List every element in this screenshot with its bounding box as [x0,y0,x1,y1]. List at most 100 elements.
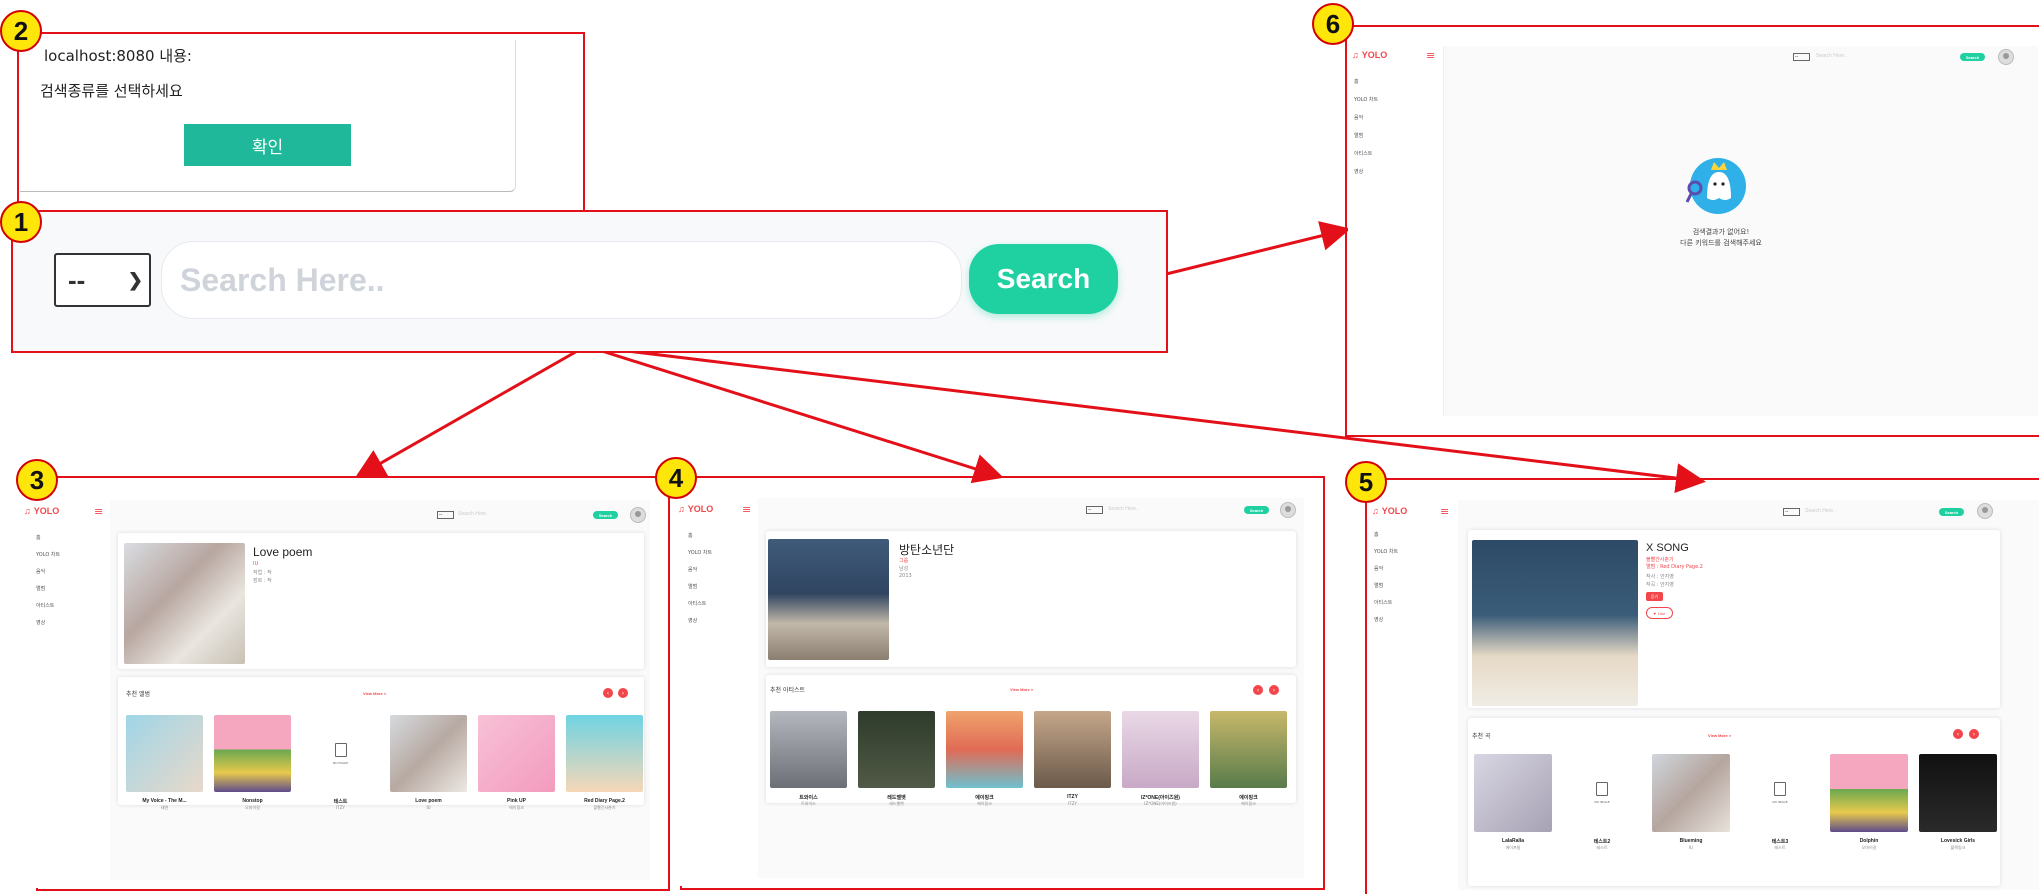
recommend-thumbnail [1652,754,1730,832]
sidebar-item-chart[interactable]: YOLO 차트 [36,551,60,558]
recommend-item[interactable]: NO IMAGE 테스트3 테스트 [1741,754,1819,856]
recommend-item[interactable]: Pink UP 에이핑크 [478,715,555,816]
avatar[interactable] [1977,503,1993,519]
recommend-item[interactable]: 에이핑크 에이핑크 [1210,711,1287,812]
next-arrow-icon[interactable]: › [618,688,628,698]
recommend-item[interactable]: 트와이스 트와이스 [770,711,847,812]
recommend-item[interactable]: 에이핑크 에이핑크 [946,711,1023,812]
sidebar-item-album[interactable]: 앨범 [36,585,45,592]
recommend-item[interactable]: Blueming IU [1652,754,1730,856]
recommend-item[interactable]: 레드벨벳 레드벨벳 [858,711,935,812]
top-search-input[interactable]: Search Here.. [458,510,558,519]
sidebar-item-video[interactable]: 영상 [36,619,45,626]
recommend-item[interactable]: Love poem IU [390,715,467,816]
recommend-item[interactable]: LalaRalla 에이프릴 [1474,754,1552,856]
recommend-item-sub: 에이핑크 [509,805,524,810]
recommend-item-sub: 레드벨벳 [889,801,904,806]
sidebar-item-video[interactable]: 영상 [1354,168,1363,175]
menu-icon[interactable]: ≡ [1426,49,1435,62]
recommend-item-sub: 오마이걸 [1861,845,1877,850]
sidebar-item-video[interactable]: 영상 [1374,616,1383,623]
alert-ok-button[interactable]: 확인 [184,124,351,166]
view-more-link[interactable]: View More > [1010,687,1033,692]
menu-icon[interactable]: ≡ [742,503,751,516]
prev-arrow-icon[interactable]: ‹ [1253,685,1263,695]
top-search-button[interactable]: Search [593,511,618,519]
yolo-logo[interactable]: ♫ YOLO [24,506,59,516]
menu-icon[interactable]: ≡ [1440,505,1449,518]
sidebar-item-chart[interactable]: YOLO 차트 [688,549,712,556]
screen-artist-detail: ♫ YOLO ≡ 홈 YOLO 차트 음악 앨범 아티스트 영상 -- Searc… [674,498,1304,886]
next-arrow-icon[interactable]: › [1269,685,1279,695]
like-button[interactable]: ♥ Like [1646,607,1673,619]
sidebar-item-album[interactable]: 앨범 [1374,582,1383,589]
recommend-item-name: 테스트 [333,799,348,805]
search-button[interactable]: Search [969,244,1118,314]
top-search-select[interactable]: -- [1793,53,1810,61]
top-search-input[interactable]: Search Here.. [1108,505,1208,514]
avatar[interactable] [1280,502,1296,518]
yolo-logo[interactable]: ♫ YOLO [678,504,713,514]
sidebar-item-album[interactable]: 앨범 [1354,132,1363,139]
prev-arrow-icon[interactable]: ‹ [1953,729,1963,739]
sidebar-item-home[interactable]: 홈 [1374,531,1379,538]
recommend-item-name: My Voice - The M... [142,798,187,804]
top-search-button[interactable]: Search [1244,506,1269,514]
top-search-button[interactable]: Search [1939,508,1964,516]
avatar[interactable] [1998,49,2014,65]
sidebar-item-music[interactable]: 음악 [1354,114,1363,121]
search-type-select[interactable]: -- ❯ [54,253,151,307]
sidebar-item-artist[interactable]: 아티스트 [1354,150,1372,157]
yolo-logo[interactable]: ♫ YOLO [1372,506,1407,516]
top-search-button[interactable]: Search [1960,53,1985,61]
top-search-select[interactable]: -- [1783,508,1800,516]
sidebar-item-chart[interactable]: YOLO 차트 [1374,548,1398,555]
recommend-item[interactable]: Red Diary Page.2 볼빨간사춘기 [566,715,643,816]
album-artist[interactable]: IU [253,561,258,567]
recommend-item-name: 에이핑크 [975,795,994,801]
recommend-item-name: 에이핑크 [1239,795,1258,801]
song-album[interactable]: 앨범 : Red Diary Page.2 [1646,563,1703,570]
recommend-item[interactable]: Nonstop 오마이걸 [214,715,291,816]
recommend-item-sub: ITZY [1068,801,1077,806]
search-input[interactable]: Search Here.. [161,241,962,319]
sidebar-item-music[interactable]: 음악 [1374,565,1383,572]
sidebar-item-chart[interactable]: YOLO 차트 [1354,96,1378,103]
top-search-select[interactable]: -- [1086,506,1103,514]
section-title: 추천 곡 [1472,733,1491,740]
recommend-item[interactable]: ITZY ITZY [1034,711,1111,812]
view-more-link[interactable]: View More > [363,691,386,696]
sidebar-item-artist[interactable]: 아티스트 [1374,599,1392,606]
sidebar-item-home[interactable]: 홈 [1354,78,1359,85]
menu-icon[interactable]: ≡ [94,505,103,518]
recommend-thumbnail [390,715,467,792]
no-image-label: NO IMAGE [332,760,349,765]
yolo-logo[interactable]: ♫ YOLO [1352,50,1387,60]
recommend-item[interactable]: NO IMAGE 테스트2 테스트 [1563,754,1641,856]
recommend-item[interactable]: NO IMAGE 테스트 ITZY [302,715,379,816]
top-search-input[interactable]: Search Here.. [1816,52,1916,61]
sidebar-item-video[interactable]: 영상 [688,617,697,624]
avatar[interactable] [630,507,646,523]
sidebar-item-home[interactable]: 홈 [688,532,693,539]
sidebar-item-album[interactable]: 앨범 [688,583,697,590]
sidebar-item-artist[interactable]: 아티스트 [36,602,54,609]
sidebar-item-home[interactable]: 홈 [36,534,41,541]
sidebar-item-music[interactable]: 음악 [36,568,45,575]
play-button[interactable]: 듣기 [1646,592,1663,601]
screen-song-detail: ♫ YOLO ≡ 홈 YOLO 차트 음악 앨범 아티스트 영상 -- Searc… [1368,500,2039,894]
recommend-item[interactable]: Lovesick Girls 블랙핑크 [1919,754,1997,856]
recommend-item[interactable]: My Voice - The M... 태연 [126,715,203,816]
sidebar-item-music[interactable]: 음악 [688,566,697,573]
sidebar-item-artist[interactable]: 아티스트 [688,600,706,607]
song-title: X SONG [1646,542,1689,554]
recommend-item[interactable]: IZ*ONE(아이즈원) IZ*ONE(아이즈원) [1122,711,1199,812]
recommend-item[interactable]: Dolphin 오마이걸 [1830,754,1908,856]
step-badge-6: 6 [1312,3,1354,45]
view-more-link[interactable]: View More > [1708,733,1731,738]
prev-arrow-icon[interactable]: ‹ [603,688,613,698]
song-artist[interactable]: 볼빨간사춘기 [1646,556,1674,563]
top-search-input[interactable]: Search Here.. [1805,507,1905,516]
top-search-select[interactable]: -- [437,511,454,519]
next-arrow-icon[interactable]: › [1969,729,1979,739]
